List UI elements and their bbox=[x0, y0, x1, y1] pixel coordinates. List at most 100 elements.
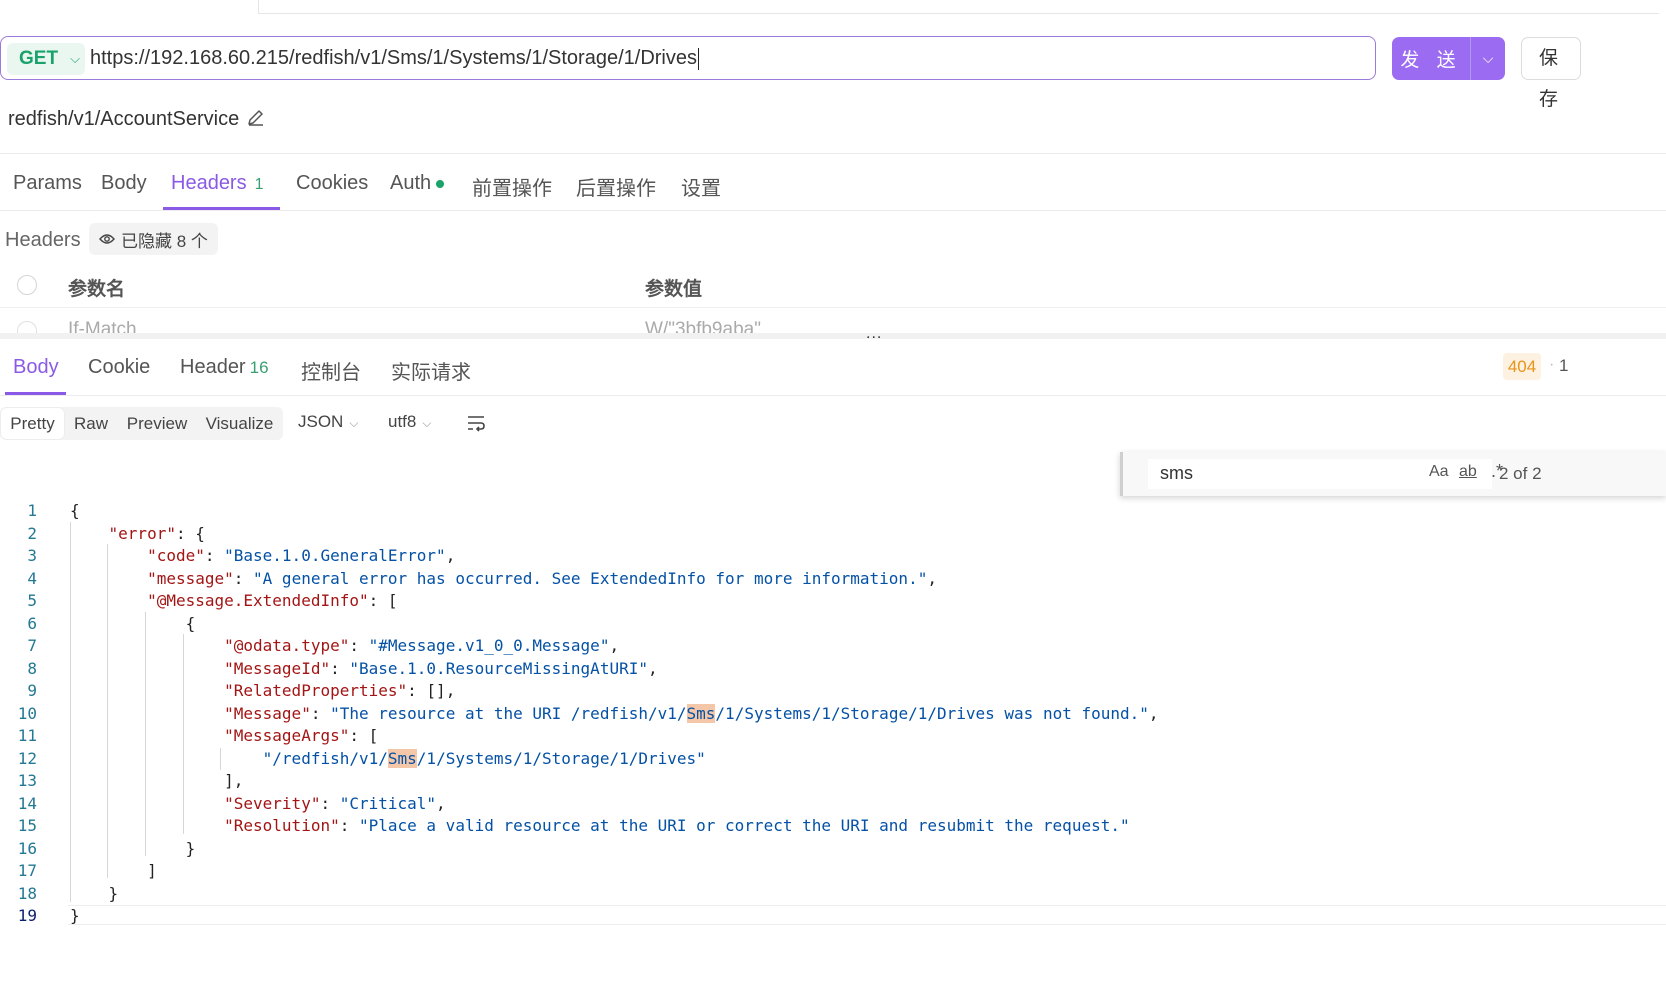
code-line: "RelatedProperties": [], bbox=[224, 681, 456, 700]
response-body-editor[interactable]: 1 2 3 4 5 6 7 8 9 10 11 12 13 14 15 16 1… bbox=[0, 498, 1666, 928]
line-number: 12 bbox=[17, 749, 37, 768]
tab-post-request[interactable]: 后置操作 bbox=[576, 172, 656, 201]
code-line: "MessageId": "Base.1.0.ResourceMissingAt… bbox=[224, 659, 658, 678]
response-time: 1 bbox=[1559, 356, 1569, 375]
header-value[interactable]: W/"3bfb9aba" bbox=[645, 319, 761, 333]
code-line: "/redfish/v1/Sms/1/Systems/1/Storage/1/D… bbox=[262, 749, 706, 768]
find-widget: sms Aa ab .* 2 of 2 bbox=[1120, 452, 1666, 496]
code-line: } bbox=[70, 884, 119, 903]
line-number: 16 bbox=[17, 839, 37, 858]
line-number: 11 bbox=[17, 726, 37, 745]
response-tab-header-count: 16 bbox=[249, 358, 269, 377]
select-all-checkbox[interactable] bbox=[17, 275, 37, 295]
url-bar[interactable]: GET ⌵ https://192.168.60.215/redfish/v1/… bbox=[0, 36, 1376, 80]
tab-params[interactable]: Params bbox=[13, 172, 82, 195]
tab-headers[interactable]: Headers 1 bbox=[171, 172, 264, 195]
view-visualize-button[interactable]: Visualize bbox=[198, 407, 281, 440]
tab-headers-label: Headers bbox=[171, 172, 247, 194]
line-number: 5 bbox=[27, 591, 37, 610]
method-label: GET bbox=[19, 48, 59, 69]
response-tab-header-label: Header bbox=[180, 356, 246, 378]
response-tab-header[interactable]: Header 16 bbox=[180, 356, 269, 379]
line-number-current: 19 bbox=[17, 906, 37, 925]
line-number: 10 bbox=[17, 704, 37, 723]
divider bbox=[0, 395, 1666, 396]
chevron-down-icon: ⌵ bbox=[70, 51, 80, 66]
line-number: 14 bbox=[17, 794, 37, 813]
view-preview-button[interactable]: Preview bbox=[118, 407, 196, 440]
url-input[interactable]: https://192.168.60.215/redfish/v1/Sms/1/… bbox=[90, 47, 699, 70]
edit-icon[interactable] bbox=[246, 108, 266, 128]
headers-title: Headers bbox=[5, 229, 81, 251]
drag-handle-icon[interactable]: ... bbox=[866, 325, 882, 343]
tab-settings[interactable]: 设置 bbox=[681, 172, 721, 201]
code-line: } bbox=[70, 839, 196, 858]
response-tab-console[interactable]: 控制台 bbox=[301, 356, 361, 385]
code-line: "message": "A general error has occurred… bbox=[147, 569, 937, 588]
text-caret bbox=[697, 47, 699, 70]
panel-splitter[interactable] bbox=[0, 333, 1666, 339]
view-raw-button[interactable]: Raw bbox=[66, 407, 116, 440]
code-line: "MessageArgs": [ bbox=[224, 726, 379, 745]
divider bbox=[0, 153, 1666, 154]
encoding-selector[interactable]: utf8 ⌵ bbox=[388, 412, 431, 432]
line-number: 3 bbox=[27, 546, 37, 565]
code-line: "Message": "The resource at the URI /red… bbox=[224, 704, 1159, 723]
code-line: "Resolution": "Place a valid resource at… bbox=[224, 816, 1130, 835]
chevron-down-icon: ⌵ bbox=[422, 416, 432, 430]
column-header-name: 参数名 bbox=[68, 279, 126, 300]
divider bbox=[0, 210, 1666, 211]
send-button[interactable]: 发 送 ⌵ bbox=[1392, 37, 1505, 80]
code-line: "@odata.type": "#Message.v1_0_0.Message"… bbox=[224, 636, 620, 655]
top-stub-bar bbox=[0, 0, 1666, 14]
chevron-down-icon[interactable]: ⌵ bbox=[1471, 50, 1505, 67]
auth-status-dot bbox=[436, 179, 445, 188]
line-number: 7 bbox=[27, 636, 37, 655]
header-key[interactable]: If-Match bbox=[68, 319, 137, 333]
line-number: 6 bbox=[27, 614, 37, 633]
code-line: "error": { bbox=[108, 524, 205, 543]
request-name[interactable]: redfish/v1/AccountService bbox=[8, 108, 239, 131]
line-number: 1 bbox=[27, 501, 37, 520]
word-wrap-icon[interactable] bbox=[466, 414, 486, 432]
response-tab-cookie[interactable]: Cookie bbox=[88, 356, 150, 379]
code-line: { bbox=[70, 501, 80, 520]
eye-icon bbox=[99, 234, 115, 244]
tab-headers-count: 1 bbox=[254, 176, 264, 193]
find-match-count: 2 of 2 bbox=[1499, 464, 1542, 483]
code-line: "@Message.ExtendedInfo": [ bbox=[147, 591, 398, 610]
format-selector[interactable]: JSON ⌵ bbox=[298, 412, 358, 432]
line-number: 2 bbox=[27, 524, 37, 543]
tab-cookies[interactable]: Cookies bbox=[296, 172, 368, 195]
find-input[interactable]: sms Aa ab .* bbox=[1148, 459, 1503, 489]
line-number: 4 bbox=[27, 569, 37, 588]
tab-pre-request[interactable]: 前置操作 bbox=[472, 172, 552, 201]
response-tab-actual-request[interactable]: 实际请求 bbox=[391, 356, 471, 385]
view-mode-segmented: Pretty Raw Preview Visualize bbox=[0, 407, 283, 440]
save-button[interactable]: 保 存 bbox=[1521, 37, 1581, 110]
method-selector[interactable]: GET ⌵ bbox=[7, 43, 85, 75]
tab-auth-label: Auth bbox=[390, 172, 432, 194]
code-line: "code": "Base.1.0.GeneralError", bbox=[147, 546, 456, 565]
view-pretty-button[interactable]: Pretty bbox=[1, 408, 64, 439]
code-line: ], bbox=[70, 771, 244, 790]
response-tab-body[interactable]: Body bbox=[13, 356, 59, 379]
match-case-icon[interactable]: Aa bbox=[1429, 463, 1449, 481]
tab-auth[interactable]: Auth bbox=[390, 172, 445, 195]
code-line: { bbox=[70, 614, 196, 633]
line-number: 8 bbox=[27, 659, 37, 678]
whole-word-icon[interactable]: ab bbox=[1459, 463, 1477, 481]
table-row: If-Match W/"3bfb9aba" bbox=[0, 316, 1666, 333]
hidden-headers-toggle[interactable]: 已隐藏 8 个 bbox=[89, 223, 218, 255]
hidden-headers-label: 已隐藏 8 个 bbox=[121, 231, 208, 251]
tab-body[interactable]: Body bbox=[101, 172, 147, 195]
column-header-value: 参数值 bbox=[645, 279, 703, 300]
line-number: 9 bbox=[27, 681, 37, 700]
line-number: 17 bbox=[17, 861, 37, 880]
status-badge: 404 bbox=[1503, 353, 1541, 380]
divider bbox=[0, 307, 1666, 308]
format-label: JSON bbox=[298, 412, 344, 431]
chevron-down-icon: ⌵ bbox=[349, 416, 359, 430]
encoding-label: utf8 bbox=[388, 412, 417, 431]
row-checkbox[interactable] bbox=[17, 321, 37, 333]
